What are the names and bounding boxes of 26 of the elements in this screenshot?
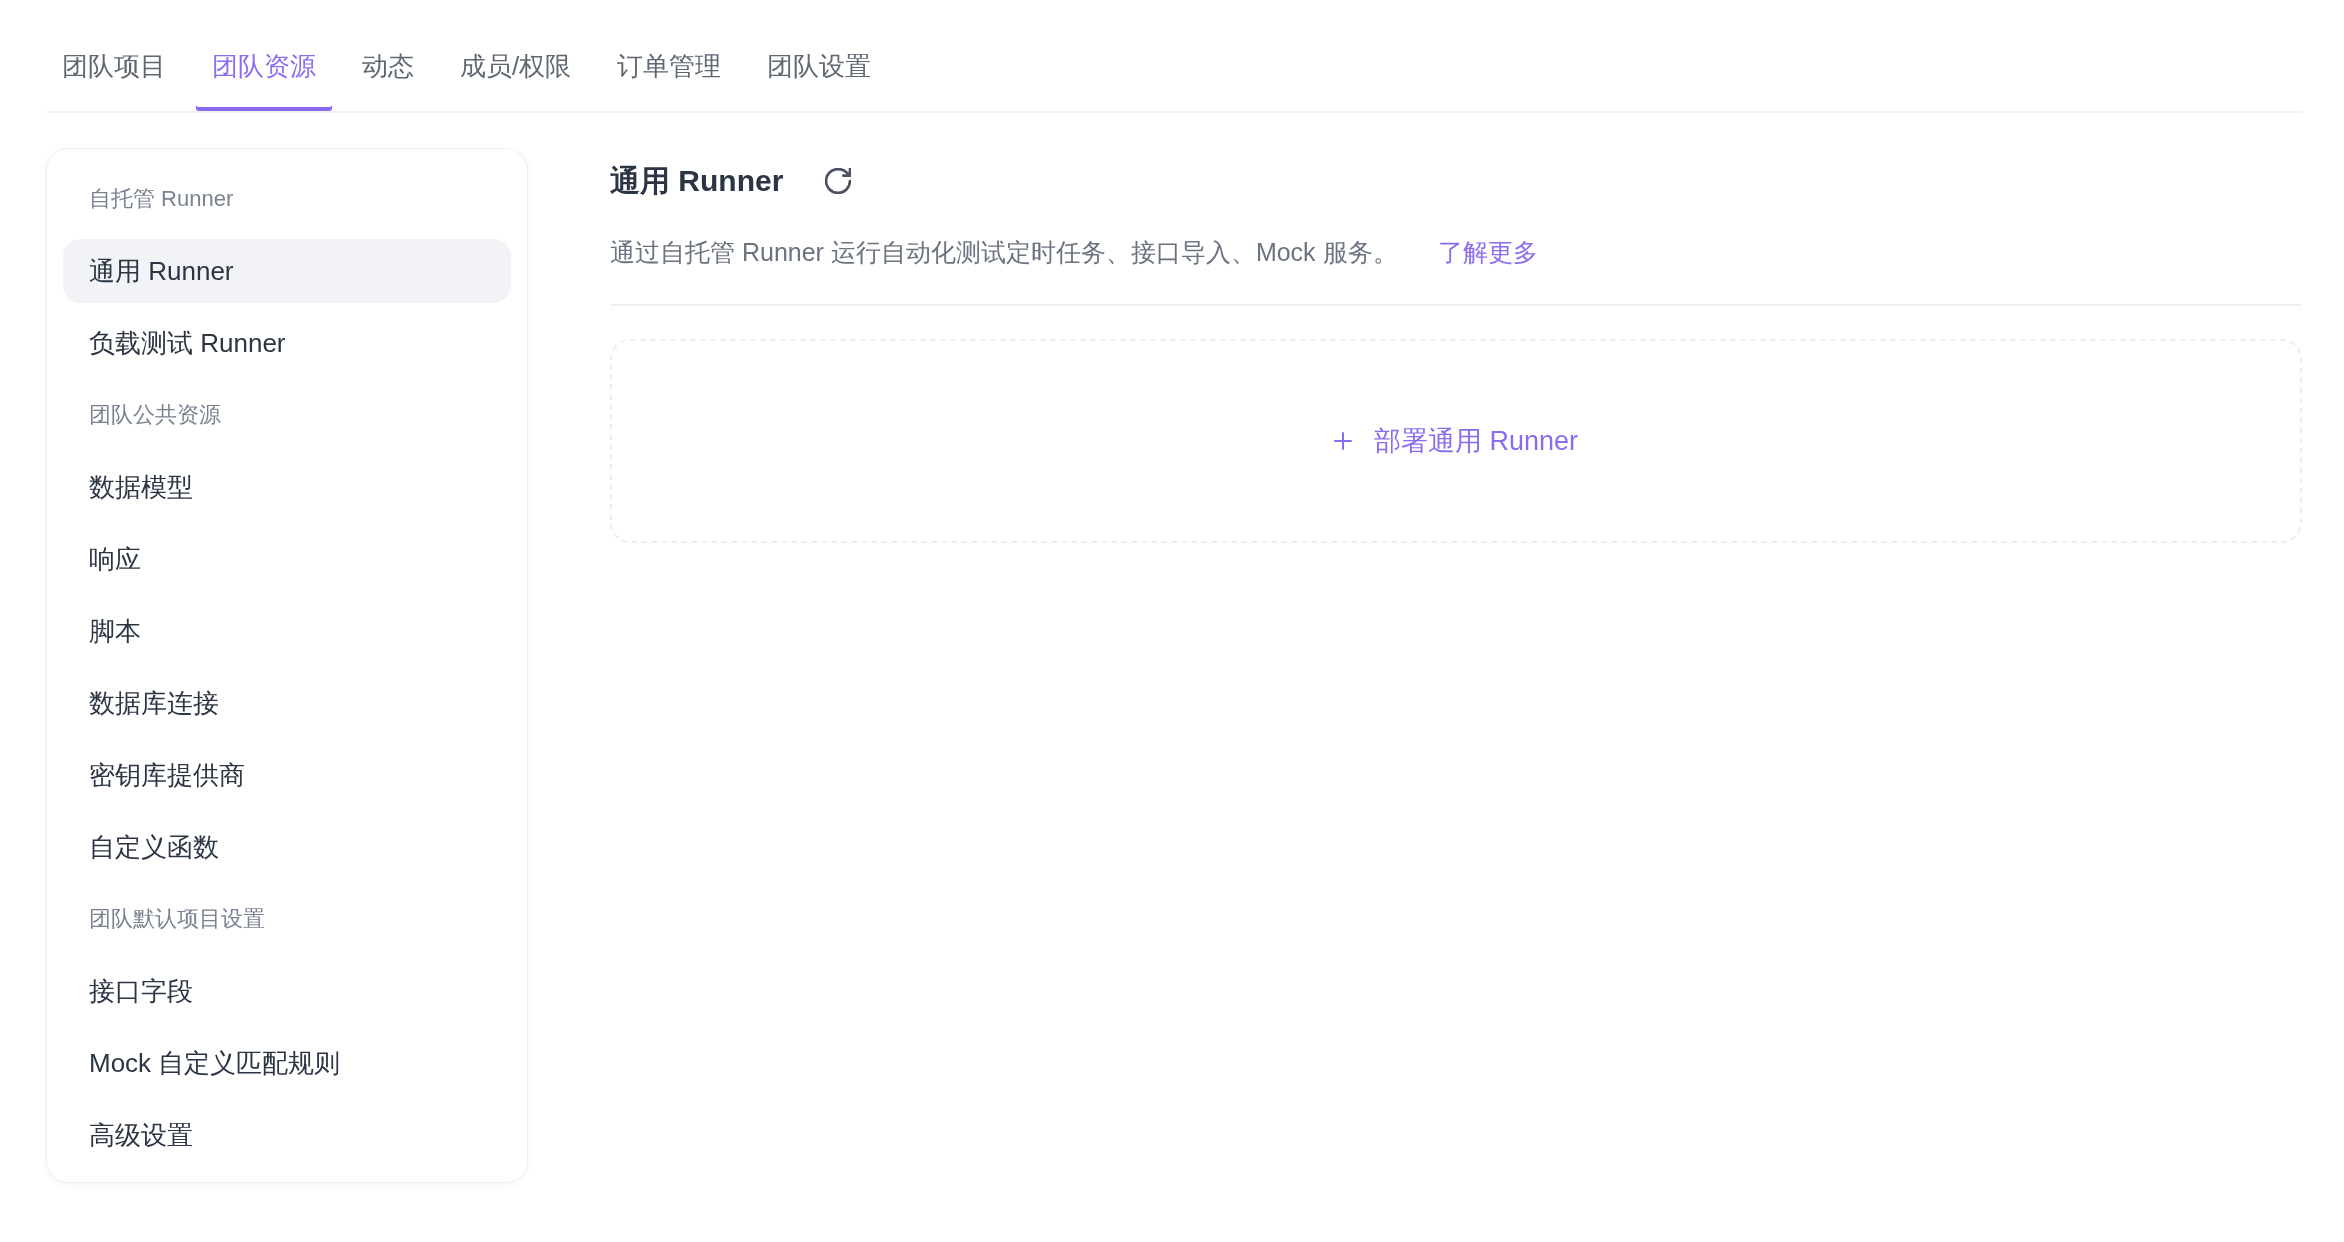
tab[interactable]: 团队资源 <box>196 20 332 111</box>
plus-icon <box>1333 432 1352 450</box>
sidebar-item[interactable]: 密钥库提供商 <box>63 743 511 807</box>
tab[interactable]: 订单管理 <box>601 20 738 111</box>
sidebar-item[interactable]: 数据模型 <box>63 455 511 519</box>
sidebar-item[interactable]: 接口字段 <box>63 959 511 1023</box>
sidebar-item[interactable]: 响应 <box>63 527 511 591</box>
sidebar-item[interactable]: 通用 Runner <box>63 239 511 303</box>
sidebar-item[interactable]: 脚本 <box>63 599 511 663</box>
sidebar-section-title: 团队公共资源 <box>89 401 221 429</box>
sidebar-section-title: 团队默认项目设置 <box>89 905 265 933</box>
sidebar-section-title: 自托管 Runner <box>89 185 234 213</box>
tab[interactable]: 动态 <box>346 20 430 111</box>
tab[interactable]: 团队项目 <box>46 20 182 111</box>
section-title: 通用 Runner <box>610 162 784 199</box>
deploy-runner-button[interactable]: 部署通用 Runner <box>610 339 2302 543</box>
refresh-icon[interactable] <box>825 168 852 194</box>
sidebar-item[interactable]: 数据库连接 <box>63 671 511 735</box>
learn-more-link[interactable]: 了解更多 <box>1437 234 1538 270</box>
sidebar-item[interactable]: 自定义函数 <box>63 815 511 879</box>
description-text: 通过自托管 Runner 运行自动化测试定时任务、接口导入、Mock 服务。 <box>610 237 1398 268</box>
sidebar-item[interactable]: Mock 自定义匹配规则 <box>63 1031 511 1095</box>
tab[interactable]: 团队设置 <box>751 20 888 111</box>
sidebar-item[interactable]: 负载测试 Runner <box>63 311 511 375</box>
tab[interactable]: 成员/权限 <box>444 20 588 111</box>
sidebar-item[interactable]: 高级设置 <box>63 1103 511 1167</box>
